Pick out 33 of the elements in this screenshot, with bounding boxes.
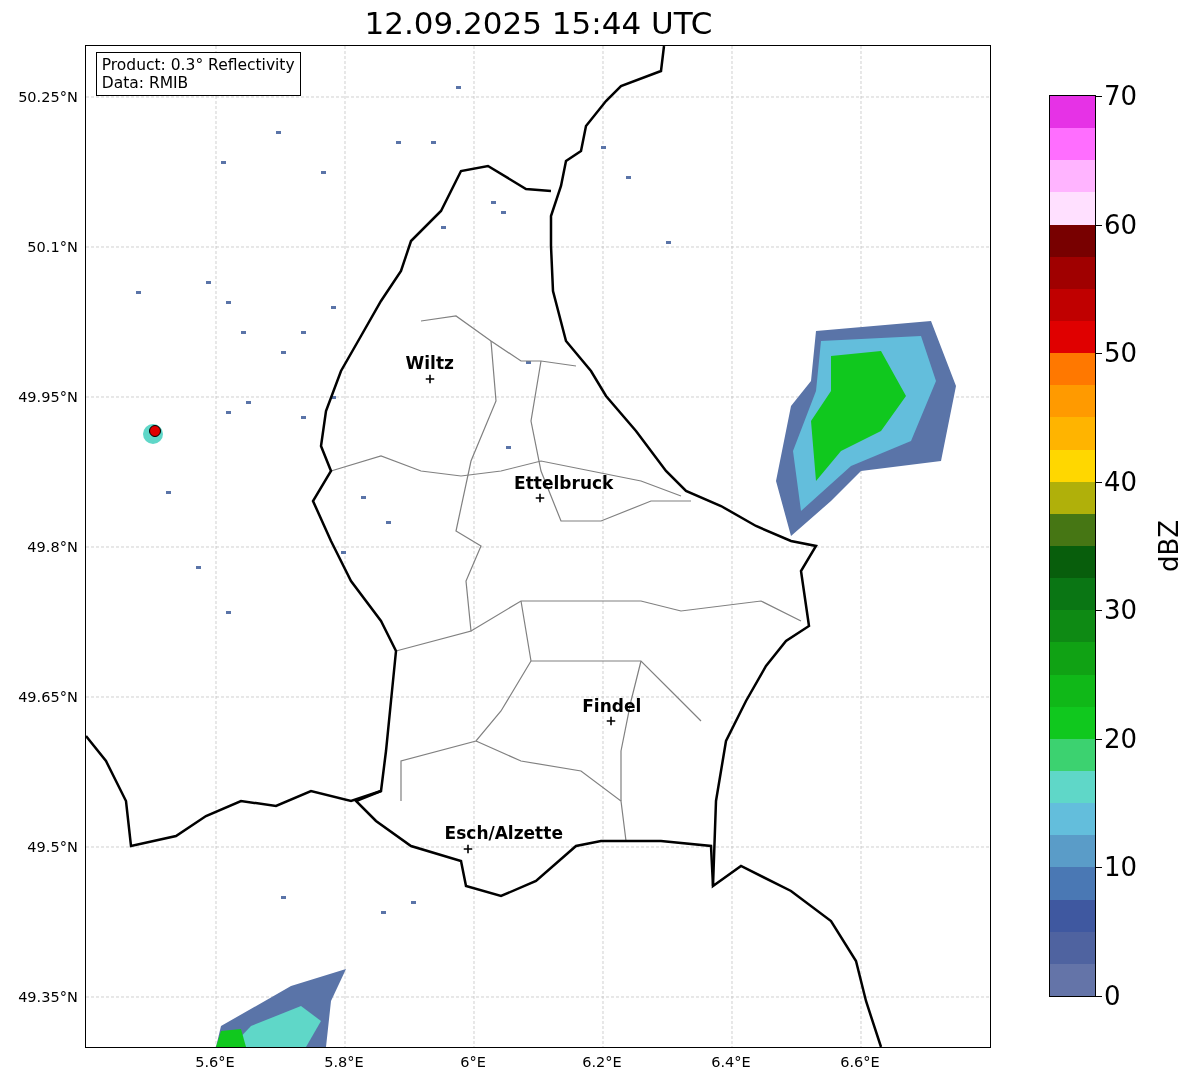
city-label: Ettelbruck xyxy=(514,473,614,493)
colorbar-tick-label: 10 xyxy=(1104,852,1138,883)
latitude-label: 49.8°N xyxy=(27,539,78,555)
longitude-label: 6°E xyxy=(460,1054,486,1070)
city-label: Findel xyxy=(582,696,642,716)
city-label: Esch/Alzette xyxy=(444,823,563,843)
colorbar-tick-label: 70 xyxy=(1104,81,1138,111)
city-marker-icon xyxy=(606,716,616,726)
latitude-label: 49.65°N xyxy=(18,689,78,705)
chart-title: 12.09.2025 15:44 UTC xyxy=(363,3,714,43)
colorbar-tick-label: 30 xyxy=(1104,595,1138,626)
longitude-label: 5.6°E xyxy=(195,1054,235,1070)
city-marker-icon xyxy=(463,844,473,854)
colorbar-tick-label: 50 xyxy=(1104,338,1138,369)
colorbar-title: dBZ xyxy=(1154,519,1184,573)
latitude-label: 50.25°N xyxy=(18,89,78,105)
longitude-label: 6.4°E xyxy=(711,1054,751,1070)
city-marker-icon xyxy=(535,493,545,503)
longitude-label: 6.2°E xyxy=(582,1054,622,1070)
longitude-label: 5.8°E xyxy=(324,1054,364,1070)
colorbar-tick-label: 20 xyxy=(1104,723,1138,754)
colorbar-tick-label: 40 xyxy=(1104,466,1138,497)
longitude-label: 6.6°E xyxy=(840,1054,880,1070)
legend-text: Product: 0.3° Reflectivity xyxy=(101,56,295,74)
latitude-label: 49.5°N xyxy=(27,839,78,855)
city-label: Wiltz xyxy=(405,353,454,373)
latitude-label: 49.35°N xyxy=(18,989,78,1005)
latitude-label: 49.95°N xyxy=(18,389,78,405)
city-marker-icon xyxy=(425,374,435,384)
colorbar-tick-label: 0 xyxy=(1104,981,1121,1011)
latitude-label: 50.1°N xyxy=(27,239,78,255)
legend-text: Data: RMIB xyxy=(101,74,190,92)
colorbar-tick-label: 60 xyxy=(1104,209,1138,240)
